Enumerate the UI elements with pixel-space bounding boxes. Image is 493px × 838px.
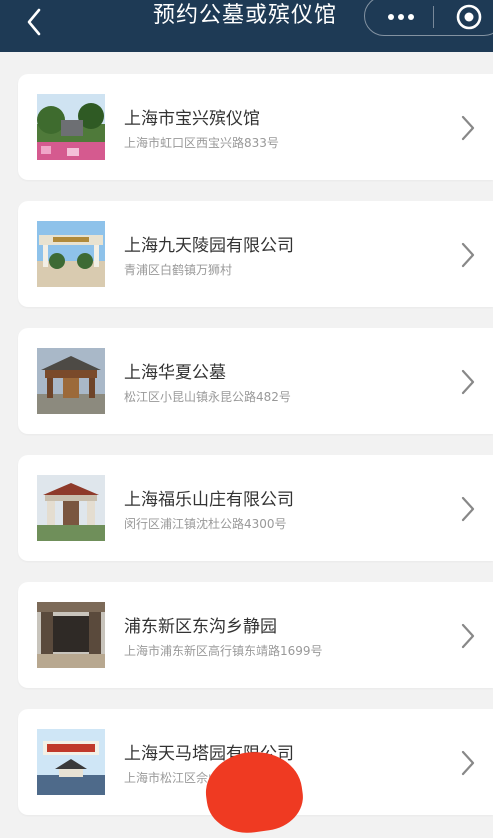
venue-card[interactable]: 上海市宝兴殡仪馆 上海市虹口区西宝兴路833号 <box>18 74 493 180</box>
venue-card[interactable]: 浦东新区东沟乡静园 上海市浦东新区高行镇东靖路1699号 <box>18 582 493 688</box>
venue-thumbnail <box>37 602 105 668</box>
chevron-right-icon <box>461 750 475 776</box>
venue-thumbnail <box>37 729 105 795</box>
venue-card[interactable]: 上海九天陵园有限公司 青浦区白鹤镇万狮村 <box>18 201 493 307</box>
venue-address: 上海市浦东新区高行镇东靖路1699号 <box>124 644 323 658</box>
chevron-right-icon <box>461 369 475 395</box>
venue-name: 上海九天陵园有限公司 <box>124 236 294 256</box>
venue-thumbnail <box>37 221 105 287</box>
venue-address: 上海市虹口区西宝兴路833号 <box>124 136 279 150</box>
venue-card[interactable]: 上海华夏公墓 松江区小昆山镇永昆公路482号 <box>18 328 493 434</box>
chevron-left-icon <box>27 8 41 36</box>
venue-address: 闵行区浦江镇沈杜公路4300号 <box>124 517 287 531</box>
venue-thumbnail <box>37 475 105 541</box>
chevron-right-icon <box>461 242 475 268</box>
close-button[interactable] <box>445 0 493 34</box>
venue-address: 青浦区白鹤镇万狮村 <box>124 263 233 277</box>
venue-thumbnail <box>37 94 105 160</box>
more-dot <box>398 14 404 20</box>
venue-address: 松江区小昆山镇永昆公路482号 <box>124 390 291 404</box>
venue-name: 上海市宝兴殡仪馆 <box>124 109 260 129</box>
capsule-divider <box>433 6 434 28</box>
chevron-right-icon <box>461 115 475 141</box>
venue-list: 上海市宝兴殡仪馆 上海市虹口区西宝兴路833号 上海九天陵园有限公司 青浦区白鹤… <box>18 74 493 836</box>
chevron-right-icon <box>461 623 475 649</box>
chevron-right-icon <box>461 496 475 522</box>
venue-name: 浦东新区东沟乡静园 <box>124 617 277 637</box>
more-button[interactable] <box>376 0 426 34</box>
venue-thumbnail <box>37 348 105 414</box>
page-title: 预约公墓或殡仪馆 <box>152 3 337 28</box>
target-close-icon <box>456 4 482 30</box>
more-dot <box>408 14 414 20</box>
venue-name: 上海华夏公墓 <box>124 363 226 383</box>
more-dots-icon <box>388 14 394 20</box>
venue-name: 上海福乐山庄有限公司 <box>124 490 294 510</box>
venue-card[interactable]: 上海福乐山庄有限公司 闵行区浦江镇沈杜公路4300号 <box>18 455 493 561</box>
nav-bar: 预约公墓或殡仪馆 <box>0 0 493 52</box>
back-button[interactable] <box>14 4 54 40</box>
